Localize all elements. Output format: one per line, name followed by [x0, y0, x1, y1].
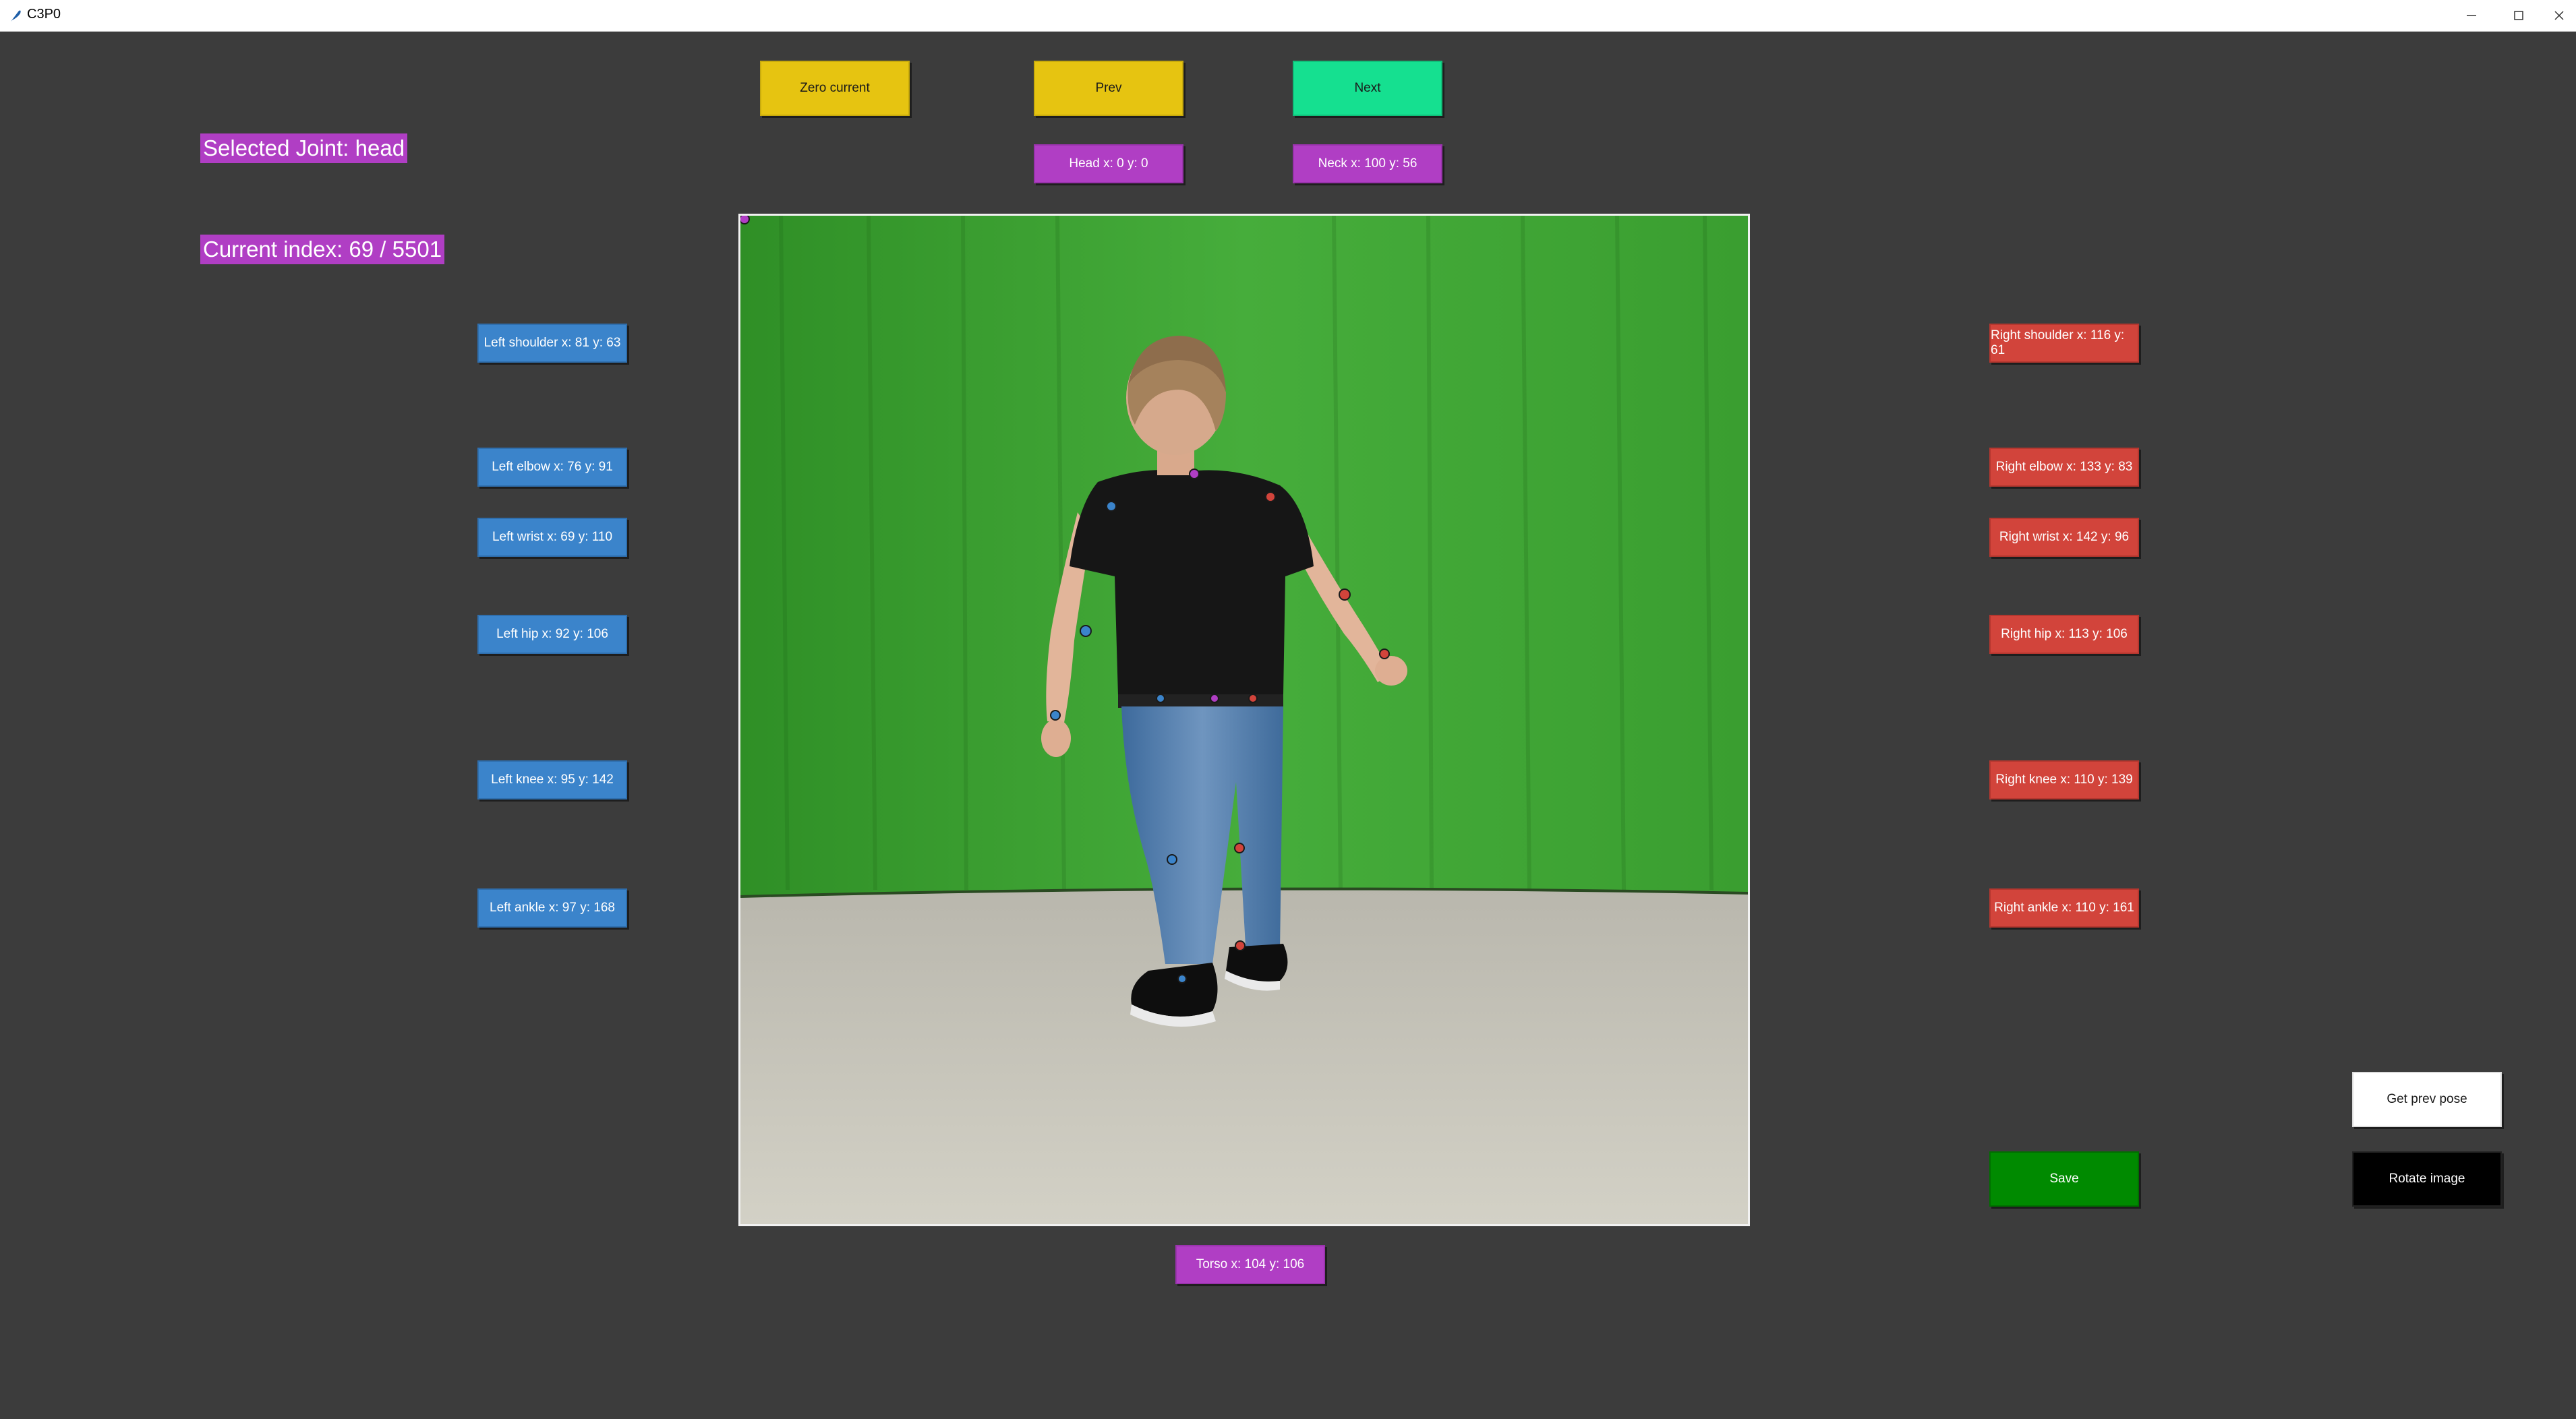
left-shoulder-button[interactable]: Left shoulder x: 81 y: 63: [477, 324, 627, 363]
window-title: C3P0: [27, 7, 61, 22]
pose-photo: [740, 216, 1748, 1224]
minimize-icon: [2467, 15, 2476, 16]
zero-current-button[interactable]: Zero current: [760, 61, 910, 116]
feather-icon: [11, 10, 21, 22]
right-elbow-button[interactable]: Right elbow x: 133 y: 83: [1989, 448, 2139, 487]
head-joint-button[interactable]: Head x: 0 y: 0: [1034, 144, 1183, 183]
left-knee-button[interactable]: Left knee x: 95 y: 142: [477, 760, 627, 799]
pose-image-canvas[interactable]: [738, 214, 1750, 1226]
left-ankle-button[interactable]: Left ankle x: 97 y: 168: [477, 888, 627, 928]
selected-joint-label: Selected Joint: head: [200, 133, 408, 163]
neck-joint-button[interactable]: Neck x: 100 y: 56: [1293, 144, 1442, 183]
save-button[interactable]: Save: [1989, 1151, 2139, 1207]
right-hip-button[interactable]: Right hip x: 113 y: 106: [1989, 615, 2139, 654]
current-index-label: Current index: 69 / 5501: [200, 235, 445, 264]
right-shoulder-button[interactable]: Right shoulder x: 116 y: 61: [1989, 324, 2139, 363]
minimize-button[interactable]: [2448, 0, 2495, 31]
right-ankle-button[interactable]: Right ankle x: 110 y: 161: [1989, 888, 2139, 928]
maximize-button[interactable]: [2495, 0, 2542, 31]
close-button[interactable]: [2542, 0, 2576, 31]
rotate-image-button[interactable]: Rotate image: [2352, 1151, 2502, 1207]
next-button[interactable]: Next: [1293, 61, 1442, 116]
left-elbow-button[interactable]: Left elbow x: 76 y: 91: [477, 448, 627, 487]
left-wrist-button[interactable]: Left wrist x: 69 y: 110: [477, 518, 627, 557]
right-knee-button[interactable]: Right knee x: 110 y: 139: [1989, 760, 2139, 799]
torso-joint-button[interactable]: Torso x: 104 y: 106: [1175, 1245, 1325, 1284]
window-titlebar: C3P0: [0, 0, 2576, 32]
close-icon: [2554, 11, 2564, 20]
get-prev-pose-button[interactable]: Get prev pose: [2352, 1072, 2502, 1127]
right-wrist-button[interactable]: Right wrist x: 142 y: 96: [1989, 518, 2139, 557]
prev-button[interactable]: Prev: [1034, 61, 1183, 116]
left-hip-button[interactable]: Left hip x: 92 y: 106: [477, 615, 627, 654]
maximize-icon: [2514, 11, 2523, 20]
